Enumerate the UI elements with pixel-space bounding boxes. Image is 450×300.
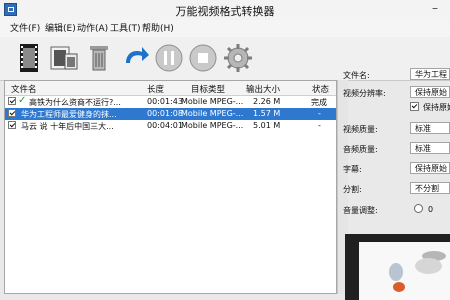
file-name: 华为工程师最爱健身的抹...	[21, 110, 117, 119]
menu-help[interactable]: 帮助(H)	[142, 23, 174, 35]
video-preview	[345, 234, 450, 300]
video-quality-select[interactable]: 标准	[410, 122, 450, 134]
preview-figure	[393, 282, 405, 292]
volume-label: 音量调整:	[343, 206, 378, 215]
column-filename[interactable]: 文件名	[11, 83, 37, 95]
target-type: Mobile MPEG-...	[181, 121, 244, 130]
volume-value: 0	[428, 205, 434, 214]
row-checkbox[interactable]	[8, 97, 16, 105]
settings-icon[interactable]	[221, 41, 255, 75]
subtitle-label: 字幕:	[343, 165, 362, 174]
add-video-icon[interactable]	[12, 41, 46, 75]
menu-edit[interactable]: 编辑(E)	[45, 23, 76, 35]
add-folder-icon[interactable]	[47, 41, 81, 75]
pause-icon[interactable]	[152, 41, 186, 75]
delete-icon[interactable]	[82, 41, 116, 75]
table-row[interactable]: 华为工程师最爱健身的抹... 00:01:08 Mobile MPEG-... …	[5, 108, 336, 120]
target-type: Mobile MPEG-...	[181, 109, 244, 118]
status-text: 完成	[311, 98, 327, 107]
window-titlebar: 万能视频格式转换器 –	[0, 0, 450, 21]
file-list: 文件名 长度 目标类型 输出大小 状态 ✓ 高铁为什么资商不运行?... 00:…	[4, 80, 337, 294]
resolution-select[interactable]: 保持原始尺	[410, 86, 450, 98]
row-checkbox[interactable]	[8, 109, 16, 117]
table-row[interactable]: ✓ 高铁为什么资商不运行?... 00:01:43 Mobile MPEG-..…	[5, 96, 336, 108]
filename-label: 文件名:	[343, 71, 370, 80]
video-quality-label: 视频质量:	[343, 125, 378, 134]
column-duration[interactable]: 长度	[147, 83, 164, 95]
file-name: 高铁为什么资商不运行?...	[29, 98, 121, 107]
status-text: -	[318, 121, 321, 130]
menu-tools[interactable]: 工具(T)	[110, 23, 141, 35]
stop-icon[interactable]	[186, 41, 220, 75]
output-size: 2.26 M	[253, 97, 281, 106]
menu-action[interactable]: 动作(A)	[77, 23, 108, 35]
status-text: -	[318, 109, 321, 118]
table-row[interactable]: 马云 说 十年后中国三大... 00:04:01 Mobile MPEG-...…	[5, 120, 336, 132]
audio-quality-label: 音频质量:	[343, 145, 378, 154]
audio-quality-select[interactable]: 标准	[410, 142, 450, 154]
done-check-icon: ✓	[18, 95, 27, 106]
output-size: 1.57 M	[253, 109, 281, 118]
subtitle-select[interactable]: 保持原始尺	[410, 162, 450, 174]
volume-radio[interactable]	[414, 204, 423, 213]
target-type: Mobile MPEG-...	[181, 97, 244, 106]
column-target-type[interactable]: 目标类型	[191, 83, 225, 95]
column-output-size[interactable]: 输出大小	[246, 83, 280, 95]
file-list-header: 文件名 长度 目标类型 输出大小 状态	[5, 81, 336, 96]
file-name: 马云 说 十年后中国三大...	[21, 122, 114, 131]
preview-figure	[415, 258, 442, 274]
row-checkbox[interactable]	[8, 121, 16, 129]
split-select[interactable]: 不分割	[410, 182, 450, 194]
preview-figure	[389, 263, 403, 281]
column-status[interactable]: 状态	[312, 83, 329, 95]
menu-bar: 文件(F) 编辑(E) 动作(A) 工具(T) 帮助(H)	[0, 20, 450, 38]
window-title: 万能视频格式转换器	[175, 5, 275, 18]
keep-original-label: 保持原始	[423, 103, 450, 112]
menu-file[interactable]: 文件(F)	[10, 23, 40, 35]
keep-original-checkbox[interactable]	[410, 102, 419, 111]
redo-icon[interactable]	[118, 41, 152, 75]
output-size: 5.01 M	[253, 121, 281, 130]
split-label: 分割:	[343, 185, 362, 194]
filename-field[interactable]: 华为工程师	[410, 68, 450, 80]
resolution-label: 视频分辨率:	[343, 89, 386, 98]
minimize-button[interactable]: –	[426, 1, 444, 17]
